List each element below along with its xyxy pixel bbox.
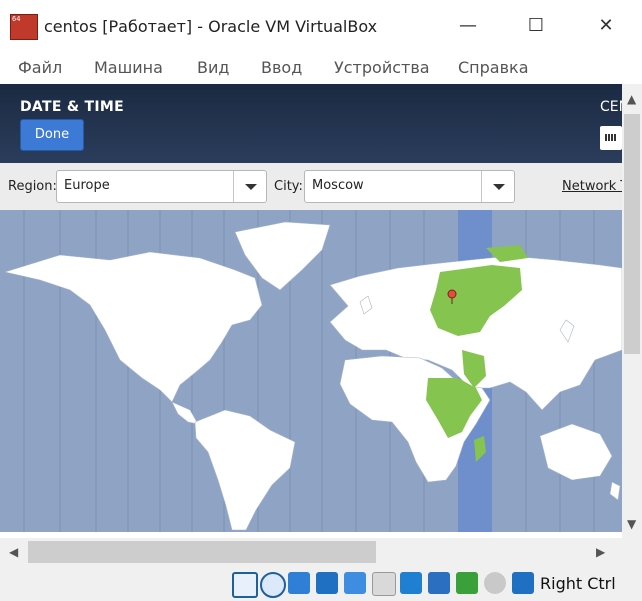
usb-icon[interactable] [344, 572, 366, 594]
video-capture-icon[interactable] [428, 572, 450, 594]
mouse-integration-icon[interactable] [484, 572, 506, 594]
city-label: City: [274, 179, 303, 194]
cpu-icon[interactable] [456, 572, 478, 594]
close-button[interactable]: ✕ [584, 10, 628, 42]
scrollbar-corner [622, 538, 642, 566]
chevron-down-icon[interactable] [233, 171, 266, 202]
scroll-down-arrow-icon[interactable]: ▼ [627, 517, 636, 531]
shared-folders-icon[interactable] [372, 572, 396, 596]
menu-bar: Файл Машина Вид Ввод Устройства Справка [0, 54, 642, 84]
region-value: Europe [64, 178, 110, 193]
network-icon[interactable] [316, 572, 338, 594]
vm-icon-label: 64 [12, 15, 21, 23]
menu-input[interactable]: Ввод [261, 58, 302, 77]
vertical-scroll-thumb[interactable] [624, 114, 640, 354]
optical-disk-icon[interactable] [260, 572, 286, 598]
menu-machine[interactable]: Машина [94, 58, 163, 77]
timezone-map[interactable] [0, 210, 622, 532]
vertical-scrollbar[interactable]: ▲ ▼ [622, 84, 642, 538]
done-button[interactable]: Done [20, 119, 84, 151]
installation-title: CENTOS 7 INSTALLATION [600, 99, 622, 115]
menu-help[interactable]: Справка [458, 58, 529, 77]
city-combobox[interactable]: Moscow [304, 170, 515, 203]
status-bar: Right Ctrl [0, 566, 642, 601]
vm-display[interactable]: DATE & TIME Done CENTOS 7 INSTALLATION R… [0, 84, 622, 538]
scroll-right-arrow-icon[interactable]: ▶ [596, 545, 605, 559]
city-value: Moscow [312, 178, 364, 193]
network-time-label: Network Time [562, 179, 622, 194]
page-title: DATE & TIME [20, 99, 124, 115]
menu-view[interactable]: Вид [197, 58, 229, 77]
menu-file[interactable]: Файл [18, 58, 62, 77]
keyboard-icon[interactable] [600, 126, 622, 150]
scroll-left-arrow-icon[interactable]: ◀ [9, 545, 18, 559]
installer-header: DATE & TIME Done CENTOS 7 INSTALLATION [0, 84, 622, 163]
window-title-bar: 64 centos [Работает] - Oracle VM Virtual… [0, 0, 642, 54]
timezone-toolbar: Region: Europe City: Moscow Network Time [0, 163, 622, 210]
region-label: Region: [8, 179, 57, 194]
minimize-button[interactable]: — [446, 10, 490, 42]
virtualbox-vm-icon: 64 [10, 14, 38, 40]
audio-icon[interactable] [288, 572, 310, 594]
window-title: centos [Работает] - Oracle VM VirtualBox [44, 17, 378, 36]
hard-disk-icon[interactable] [232, 572, 258, 598]
host-key-arrow-icon [512, 572, 534, 594]
menu-devices[interactable]: Устройства [334, 58, 430, 77]
chevron-down-icon[interactable] [481, 171, 514, 202]
horizontal-scroll-thumb[interactable] [28, 541, 376, 563]
region-combobox[interactable]: Europe [56, 170, 267, 203]
display-icon[interactable] [400, 572, 422, 594]
host-key-label: Right Ctrl [540, 574, 616, 593]
horizontal-scrollbar[interactable]: ◀ ▶ [0, 538, 622, 566]
scroll-up-arrow-icon[interactable]: ▲ [627, 92, 636, 106]
maximize-button[interactable]: ☐ [514, 10, 558, 42]
